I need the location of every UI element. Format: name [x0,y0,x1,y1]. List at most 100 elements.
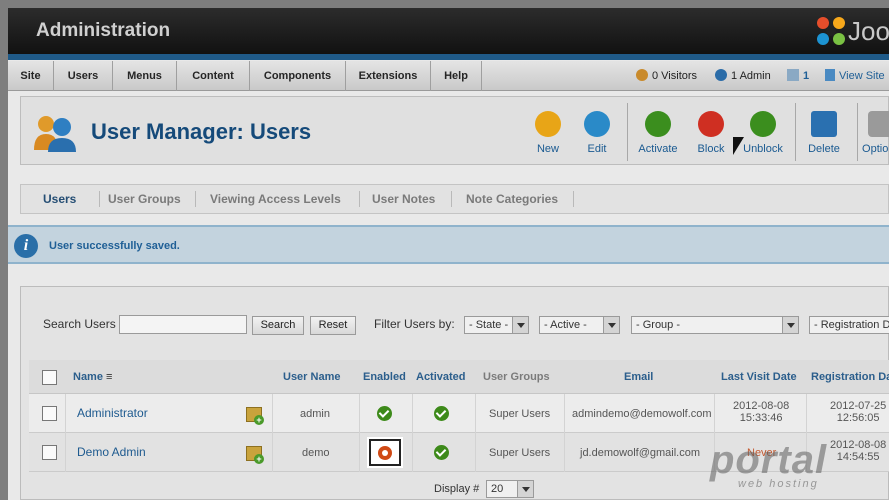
registration-filter[interactable]: - Registration Date - [809,316,889,334]
sort-icon: ≡ [106,371,113,383]
logo-text: Joomla! [848,16,889,46]
options-button[interactable]: Options [853,111,889,157]
new-button[interactable]: New [520,111,576,157]
column-divider [65,394,66,433]
toolbar: User Manager: Users New Edit Activate Bl… [20,96,889,165]
header-bar: Administration Joomla! [8,8,889,54]
view-site-label: View Site [839,70,885,82]
block-label: Block [697,143,725,155]
display-count-select[interactable]: 20 [486,480,534,498]
options-label: Options [862,143,889,155]
mouse-cursor-icon [733,137,744,155]
chevron-down-icon [782,317,798,333]
app-title: Administration [36,20,171,41]
display-count-value: 20 [491,483,504,495]
active-filter[interactable]: - Active - [539,316,620,334]
column-registration[interactable]: Registration Date [811,371,889,383]
column-divider [359,394,360,433]
column-enabled[interactable]: Enabled [363,371,406,383]
users-icon [34,116,76,152]
block-button[interactable]: Block [683,111,739,157]
user-name-link[interactable]: Administrator [77,406,148,420]
column-last-visit[interactable]: Last Visit Date [721,371,797,383]
menu-help[interactable]: Help [431,61,482,91]
check-icon [645,111,671,137]
row-checkbox[interactable] [42,406,57,421]
state-filter[interactable]: - State - [464,316,529,334]
registration-cell: 2012-08-08 14:54:55 [830,439,886,463]
watermark-logo: portal [710,438,828,482]
unblock-icon [750,111,776,137]
group-filter[interactable]: - Group - [631,316,799,334]
new-label: New [536,143,559,155]
row-checkbox[interactable] [42,445,57,460]
admin-window: Administration Joomla! Site Users Menus … [8,8,889,500]
user-name-link[interactable]: Demo Admin [77,445,146,459]
admins-status[interactable]: 1 Admin [715,69,771,82]
select-all-checkbox[interactable] [42,370,57,385]
main-menu: Site Users Menus Content Components Exte… [8,61,889,91]
table-header: Name ≡ User Name Enabled Activated User … [29,360,889,394]
menu-site[interactable]: Site [8,61,54,91]
view-site-link[interactable]: View Site [825,69,885,82]
header-accent [8,54,889,60]
enabled-toggle-highlight[interactable] [369,439,401,466]
tab-divider [99,191,100,207]
menu-components[interactable]: Components [250,61,346,91]
tab-users[interactable]: Users [43,192,76,206]
last-visit-date: 2012-08-08 [733,400,790,412]
active-filter-value: - Active - [544,319,587,331]
tab-user-notes[interactable]: User Notes [372,192,435,206]
column-divider [475,433,476,472]
menu-content[interactable]: Content [177,61,250,91]
disabled-icon [378,446,392,460]
message-text: User successfully saved. [49,240,180,252]
tab-divider [359,191,360,207]
messages-status[interactable]: 1 [787,69,809,82]
edit-button[interactable]: Edit [569,111,625,157]
joomla-logo-icon [817,17,845,45]
menu-extensions[interactable]: Extensions [346,61,431,91]
column-activated[interactable]: Activated [416,371,466,383]
activated-check-icon [434,445,449,460]
display-label: Display # [434,483,480,495]
chevron-down-icon [517,481,533,497]
state-filter-value: - State - [469,319,509,331]
unblock-label: Unblock [743,143,783,155]
activate-button[interactable]: Activate [630,111,686,157]
column-divider [359,433,360,472]
username-cell: admin [300,408,330,420]
visitors-status[interactable]: 0 Visitors [636,69,697,82]
tab-divider [573,191,574,207]
column-divider [564,394,565,433]
info-icon: i [14,234,38,258]
tab-viewing-access-levels[interactable]: Viewing Access Levels [210,192,341,206]
menu-users[interactable]: Users [54,61,113,91]
messages-icon [787,69,799,81]
add-note-icon[interactable] [246,407,264,425]
tab-note-categories[interactable]: Note Categories [466,192,558,206]
column-email[interactable]: Email [624,371,653,383]
delete-button[interactable]: Delete [796,111,852,157]
enabled-check-icon[interactable] [377,406,392,421]
plus-icon [535,111,561,137]
column-username[interactable]: User Name [283,371,340,383]
registration-time: 14:54:55 [836,451,880,463]
reset-button[interactable]: Reset [310,316,356,335]
filter-label: Filter Users by: [374,317,455,331]
tab-divider [451,191,452,207]
search-button[interactable]: Search [252,316,304,335]
column-divider [272,394,273,433]
search-input[interactable] [119,315,247,334]
column-name[interactable]: Name ≡ [73,371,112,383]
admins-count: 1 Admin [731,70,771,82]
table-row: Administrator admin Super Users admindem… [29,394,889,433]
visitors-count: 0 Visitors [652,70,698,82]
tab-user-groups[interactable]: User Groups [108,192,181,206]
block-icon [698,111,724,137]
add-note-icon[interactable] [246,446,264,464]
registration-time: 12:56:05 [836,412,880,424]
column-divider [412,394,413,433]
menu-menus[interactable]: Menus [113,61,177,91]
watermark-tagline: web hosting [738,478,819,490]
